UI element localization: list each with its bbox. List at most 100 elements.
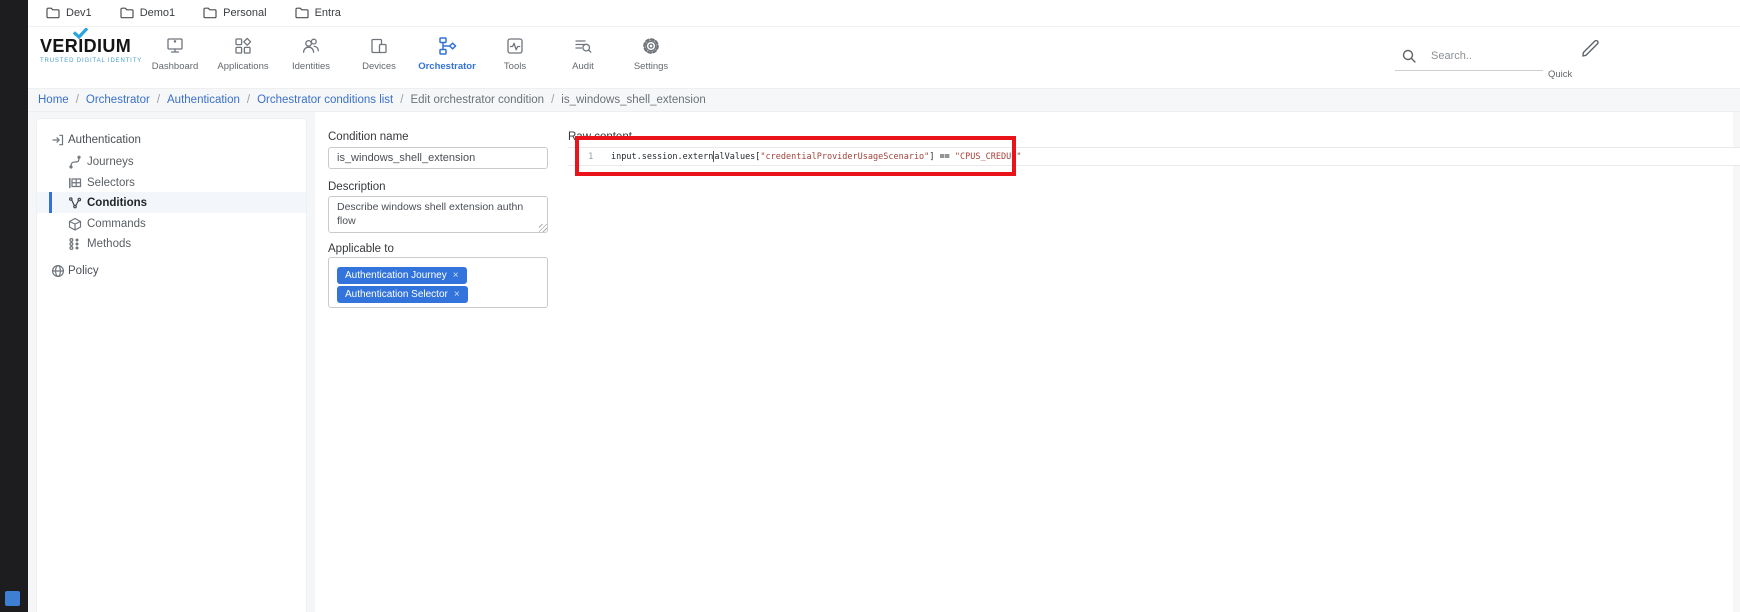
scrollbar-track[interactable]	[1733, 112, 1740, 612]
bookmark-label: Personal	[223, 7, 266, 19]
dashboard-icon	[164, 33, 186, 58]
nav-label: Tools	[504, 61, 526, 72]
sidebar-section-label: Policy	[68, 265, 99, 277]
breadcrumb-orchestrator[interactable]: Orchestrator	[86, 94, 150, 106]
raw-content-label: Raw content	[568, 131, 632, 143]
bookmark-folder-entra[interactable]: Entra	[295, 7, 341, 19]
chip-authentication-selector[interactable]: Authentication Selector ×	[337, 286, 468, 303]
main-content-background	[315, 112, 1740, 612]
sidebar-item-label: Conditions	[87, 197, 147, 209]
nav-orchestrator[interactable]: Orchestrator	[413, 33, 481, 72]
sidebar-section-authentication[interactable]: Authentication	[37, 129, 306, 150]
conditions-icon	[68, 196, 82, 210]
sidebar-item-label: Journeys	[87, 156, 134, 168]
breadcrumb: Home / Orchestrator / Authentication / O…	[28, 88, 1740, 112]
chip-remove-icon[interactable]: ×	[453, 270, 459, 281]
app-header: VERIDIUM TRUSTED DIGITAL IDENTITY Dashbo…	[28, 27, 1740, 88]
main-nav: Dashboard Applications Identities Devi	[141, 33, 685, 72]
bookmark-label: Demo1	[140, 7, 175, 19]
bookmark-folder-demo1[interactable]: Demo1	[120, 7, 175, 19]
nav-dashboard[interactable]: Dashboard	[141, 33, 209, 72]
code-text: input.session.externalValues["credential…	[611, 151, 1021, 162]
quick-label: Quick	[1548, 69, 1572, 80]
breadcrumb-edit-condition: Edit orchestrator condition	[410, 94, 544, 106]
chip-label: Authentication Selector	[345, 289, 448, 300]
description-label: Description	[328, 181, 386, 193]
brand-text: VERIDIUM	[40, 36, 150, 57]
logo-check-icon	[73, 28, 88, 39]
gear-icon	[640, 33, 662, 58]
login-icon	[51, 133, 65, 147]
pencil-icon	[1578, 35, 1602, 61]
nav-label: Dashboard	[152, 61, 198, 72]
chip-authentication-journey[interactable]: Authentication Journey ×	[337, 267, 467, 284]
sidebar-item-label: Selectors	[87, 177, 135, 189]
nav-applications[interactable]: Applications	[209, 33, 277, 72]
breadcrumb-separator: /	[551, 94, 554, 106]
breadcrumb-conditions-list[interactable]: Orchestrator conditions list	[257, 94, 393, 106]
globe-icon	[51, 264, 65, 278]
global-search	[1395, 45, 1543, 71]
nav-settings[interactable]: Settings	[617, 33, 685, 72]
folder-icon	[203, 7, 217, 19]
sidebar-item-commands[interactable]: Commands	[37, 213, 306, 234]
breadcrumb-home[interactable]: Home	[38, 94, 69, 106]
condition-name-input[interactable]	[328, 147, 548, 169]
breadcrumb-separator: /	[76, 94, 79, 106]
folder-icon	[120, 7, 134, 19]
quick-action[interactable]: Quick	[1546, 33, 1740, 85]
applicable-to-label: Applicable to	[328, 243, 394, 255]
applications-icon	[232, 33, 254, 58]
sidebar-item-methods[interactable]: Methods	[37, 233, 306, 254]
search-input[interactable]	[1431, 50, 1531, 62]
description-textarea[interactable]: Describe windows shell extension authn f…	[328, 196, 548, 233]
nav-label: Audit	[572, 61, 594, 72]
identities-icon	[300, 33, 322, 58]
sidebar-section-label: Authentication	[68, 134, 141, 146]
textarea-resize-handle[interactable]	[539, 224, 547, 232]
breadcrumb-current-page: is_windows_shell_extension	[561, 94, 705, 106]
folder-icon	[46, 7, 60, 19]
active-indicator-bar	[49, 192, 52, 213]
nav-identities[interactable]: Identities	[277, 33, 345, 72]
code-editor-line[interactable]: 1 input.session.externalValues["credenti…	[568, 147, 1740, 166]
folder-icon	[295, 7, 309, 19]
condition-name-label: Condition name	[328, 131, 409, 143]
window-edge-strip	[0, 0, 28, 612]
audit-icon	[572, 33, 594, 58]
breadcrumb-separator: /	[400, 94, 403, 106]
journeys-icon	[68, 155, 82, 169]
sidebar-section-policy[interactable]: Policy	[37, 260, 306, 281]
bookmarks-bar: Dev1 Demo1 Personal Entra	[28, 0, 1740, 27]
breadcrumb-separator: /	[157, 94, 160, 106]
bookmark-label: Dev1	[66, 7, 92, 19]
sidebar-item-label: Methods	[87, 238, 131, 250]
tools-icon	[504, 33, 526, 58]
applicable-to-field[interactable]: Authentication Journey × Authentication …	[328, 257, 548, 308]
veridium-logo[interactable]: VERIDIUM TRUSTED DIGITAL IDENTITY	[40, 36, 150, 64]
sidebar: Authentication Journeys Selectors Condit…	[36, 118, 307, 612]
nav-audit[interactable]: Audit	[549, 33, 617, 72]
chip-label: Authentication Journey	[345, 270, 447, 281]
brand-tagline: TRUSTED DIGITAL IDENTITY	[40, 58, 150, 64]
bookmark-folder-personal[interactable]: Personal	[203, 7, 266, 19]
nav-label: Identities	[292, 61, 330, 72]
orchestrator-icon	[436, 33, 458, 58]
sidebar-item-selectors[interactable]: Selectors	[37, 172, 306, 193]
sidebar-item-label: Commands	[87, 218, 146, 230]
sidebar-item-journeys[interactable]: Journeys	[37, 151, 306, 172]
nav-devices[interactable]: Devices	[345, 33, 413, 72]
breadcrumb-authentication[interactable]: Authentication	[167, 94, 240, 106]
chip-remove-icon[interactable]: ×	[454, 289, 460, 300]
background-window-fragment	[5, 591, 20, 606]
search-icon[interactable]	[1401, 48, 1417, 64]
sidebar-item-conditions[interactable]: Conditions	[37, 192, 306, 213]
line-number: 1	[588, 152, 593, 162]
methods-icon	[68, 237, 82, 251]
bookmark-folder-dev1[interactable]: Dev1	[46, 7, 92, 19]
nav-label: Applications	[217, 61, 268, 72]
devices-icon	[368, 33, 390, 58]
nav-tools[interactable]: Tools	[481, 33, 549, 72]
nav-label: Settings	[634, 61, 668, 72]
selectors-icon	[68, 176, 82, 190]
